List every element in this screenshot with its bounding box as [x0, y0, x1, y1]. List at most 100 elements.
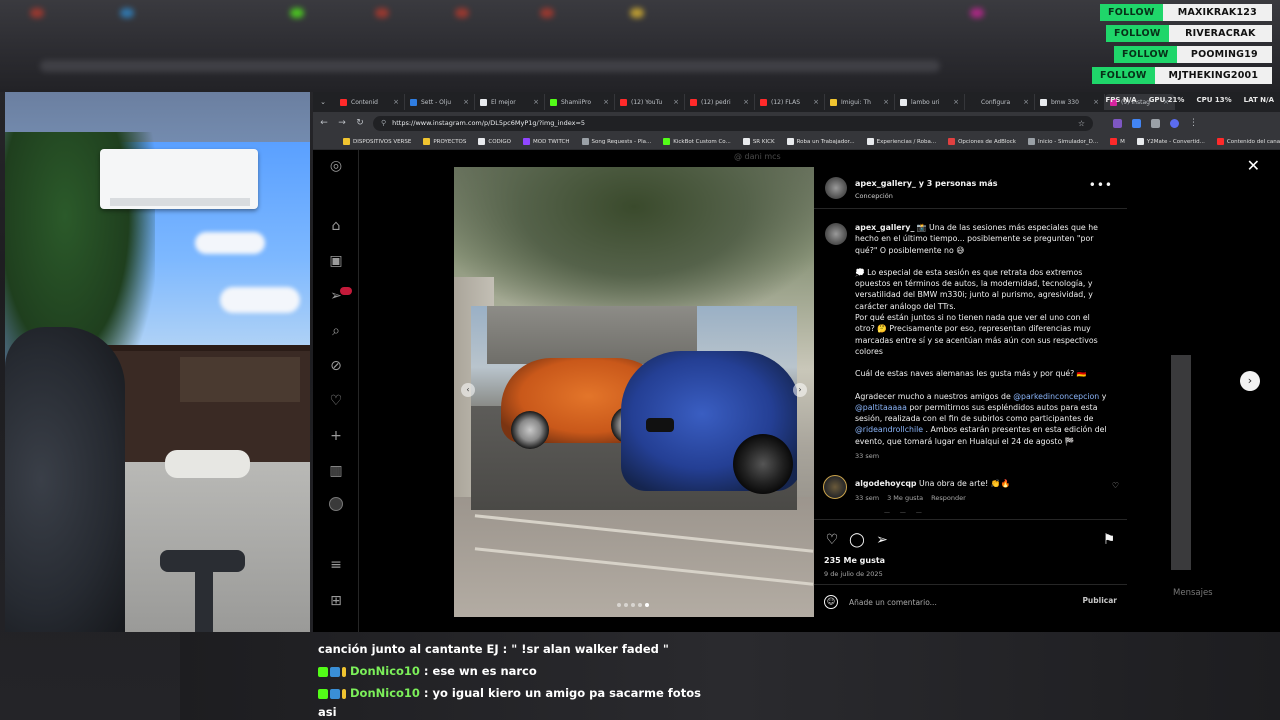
- publish-button[interactable]: Publicar: [1082, 596, 1117, 605]
- bookmark-item[interactable]: Contenido del canal...: [1216, 138, 1280, 145]
- tab-close-icon[interactable]: ×: [603, 98, 609, 106]
- home-icon[interactable]: ⌂: [328, 218, 344, 234]
- browser-tab[interactable]: Contenid ×: [335, 94, 405, 110]
- extensions-area: ⋮: [1113, 118, 1198, 128]
- browser-tab[interactable]: (12) YouTu ×: [615, 94, 685, 110]
- bookmark-item[interactable]: PROYECTOS: [423, 138, 466, 145]
- browser-tab[interactable]: Imigui: Th ×: [825, 94, 895, 110]
- tab-close-icon[interactable]: ×: [813, 98, 819, 106]
- mention-link[interactable]: @parkedinconcepcion: [1013, 392, 1099, 401]
- reels-icon[interactable]: ▣: [328, 253, 344, 269]
- bookmark-item[interactable]: CODIGO: [478, 138, 511, 145]
- search-icon[interactable]: ⌕: [328, 323, 344, 339]
- likes-count[interactable]: 235 Me gusta: [824, 556, 885, 565]
- browser-tab[interactable]: (12) pedri ×: [685, 94, 755, 110]
- profile-avatar[interactable]: [329, 497, 343, 511]
- url-field[interactable]: ⚲ https://www.instagram.com/p/DL5pc6MyP1…: [373, 115, 1093, 131]
- air-conditioner-vent: [110, 198, 250, 206]
- bookmark-item[interactable]: SR KICK: [742, 138, 775, 145]
- browser-tab[interactable]: lambo uri ×: [895, 94, 965, 110]
- notifications-heart-icon[interactable]: ♡: [328, 393, 344, 409]
- reload-icon[interactable]: ↻: [351, 118, 369, 128]
- tab-close-icon[interactable]: ×: [743, 98, 749, 106]
- bookmark-item[interactable]: Roba un Trabajador...: [786, 138, 855, 145]
- bookmark-item[interactable]: Inicio - Simulador_D...: [1027, 138, 1098, 145]
- chat-username[interactable]: DonNico10: [350, 686, 420, 700]
- browser-tab[interactable]: (12) FLAS ×: [755, 94, 825, 110]
- comment-bubble-icon[interactable]: ◯: [849, 532, 865, 548]
- extension-icon[interactable]: [1113, 118, 1122, 128]
- also-from-meta-icon[interactable]: ⊞: [328, 593, 344, 609]
- extensions-puzzle-icon[interactable]: [1151, 118, 1160, 128]
- browser-menu-icon[interactable]: ⋮: [1189, 118, 1198, 128]
- more-menu-icon[interactable]: ≡: [328, 557, 344, 573]
- back-icon[interactable]: ←: [315, 118, 333, 128]
- commenter-username[interactable]: algodehoycqp: [855, 479, 917, 488]
- like-heart-icon[interactable]: ♡: [824, 532, 840, 548]
- site-info-icon[interactable]: ⚲: [381, 119, 386, 127]
- bookmark-item[interactable]: Experiencias / Roba...: [866, 138, 936, 145]
- emoji-picker-icon[interactable]: ☺: [824, 595, 838, 609]
- chat-username[interactable]: DonNico10: [350, 664, 420, 678]
- bookmark-item[interactable]: M: [1110, 138, 1125, 145]
- more-options-icon[interactable]: •••: [1089, 178, 1113, 192]
- mention-link[interactable]: @rideandrollchile: [855, 425, 923, 434]
- bookmark-item[interactable]: Y2Mate - Convertid...: [1136, 138, 1205, 145]
- browser-tab[interactable]: Configura ×: [965, 94, 1035, 110]
- follow-alert: FOLLOW RIVERACRAK: [1106, 25, 1272, 42]
- caption-avatar[interactable]: [825, 223, 847, 245]
- comment-time: 33 sem: [855, 494, 880, 502]
- next-post-arrow-icon[interactable]: ›: [1240, 371, 1260, 391]
- tab-close-icon[interactable]: ×: [533, 98, 539, 106]
- view-replies-line[interactable]: — — —: [884, 509, 926, 516]
- bookmark-item[interactable]: DISPOSITIVOS VERSE: [343, 138, 411, 145]
- browser-tab[interactable]: bmw 330 ×: [1035, 94, 1105, 110]
- instagram-logo-icon[interactable]: ◎: [328, 158, 344, 174]
- profile-avatar-icon[interactable]: [1170, 118, 1179, 128]
- carousel-prev-icon[interactable]: ‹: [461, 383, 475, 397]
- bookmark-item[interactable]: Opciones de AdBlock: [948, 138, 1016, 145]
- tab-close-icon[interactable]: ×: [463, 98, 469, 106]
- address-bar: ← → ↻ ⚲ https://www.instagram.com/p/DL5p…: [313, 112, 1280, 134]
- save-bookmark-icon[interactable]: ⚑: [1101, 532, 1117, 548]
- mention-link[interactable]: @paltitaaaaa: [855, 403, 907, 412]
- post-author[interactable]: apex_gallery_ y 3 personas más: [855, 179, 998, 188]
- tab-close-icon[interactable]: ×: [393, 98, 399, 106]
- tab-close-icon[interactable]: ×: [883, 98, 889, 106]
- photo-ground: [454, 497, 814, 617]
- comment-reply[interactable]: Responder: [931, 494, 966, 502]
- browser-tab[interactable]: Sett - Olju ×: [405, 94, 475, 110]
- tab-close-icon[interactable]: ×: [673, 98, 679, 106]
- share-send-icon[interactable]: ➢: [874, 532, 890, 548]
- forward-icon[interactable]: →: [333, 118, 351, 128]
- comment-likes[interactable]: 3 Me gusta: [887, 494, 923, 502]
- bookmark-item[interactable]: MOD TWITCH: [523, 138, 570, 145]
- comment-input[interactable]: [849, 595, 1069, 609]
- bookmark-item[interactable]: Song Requests - Pla...: [581, 138, 651, 145]
- browser-tab[interactable]: ShamiiPro ×: [545, 94, 615, 110]
- coauthors-text[interactable]: y 3 personas más: [916, 179, 998, 188]
- carousel-next-icon[interactable]: ›: [793, 383, 807, 397]
- bookmark-item[interactable]: KickBot Custom Co...: [663, 138, 731, 145]
- dashboard-icon[interactable]: ▥: [328, 463, 344, 479]
- comment-like-heart-icon[interactable]: ♡: [1112, 481, 1119, 490]
- close-icon[interactable]: ✕: [1247, 158, 1260, 174]
- tab-search-icon[interactable]: ⌄: [317, 98, 329, 106]
- chat-badges: [318, 666, 346, 677]
- tab-close-icon[interactable]: ×: [1093, 98, 1099, 106]
- author-avatar[interactable]: [825, 177, 847, 199]
- bookmark-star-icon[interactable]: ☆: [1078, 119, 1085, 128]
- tab-close-icon[interactable]: ×: [1023, 98, 1029, 106]
- create-plus-icon[interactable]: +: [328, 428, 344, 444]
- carousel-dot: [645, 603, 649, 607]
- commenter-avatar[interactable]: [823, 475, 847, 499]
- extension-icon[interactable]: [1132, 118, 1141, 128]
- explore-icon[interactable]: ⊘: [328, 358, 344, 374]
- tab-close-icon[interactable]: ×: [953, 98, 959, 106]
- browser-tab[interactable]: El mejor ×: [475, 94, 545, 110]
- post-image[interactable]: ‹ ›: [454, 167, 814, 617]
- messages-dock[interactable]: Mensajes: [1173, 588, 1213, 598]
- post-location[interactable]: Concepción: [855, 192, 893, 200]
- caption-username[interactable]: apex_gallery_: [855, 223, 914, 232]
- author-username[interactable]: apex_gallery_: [855, 179, 916, 188]
